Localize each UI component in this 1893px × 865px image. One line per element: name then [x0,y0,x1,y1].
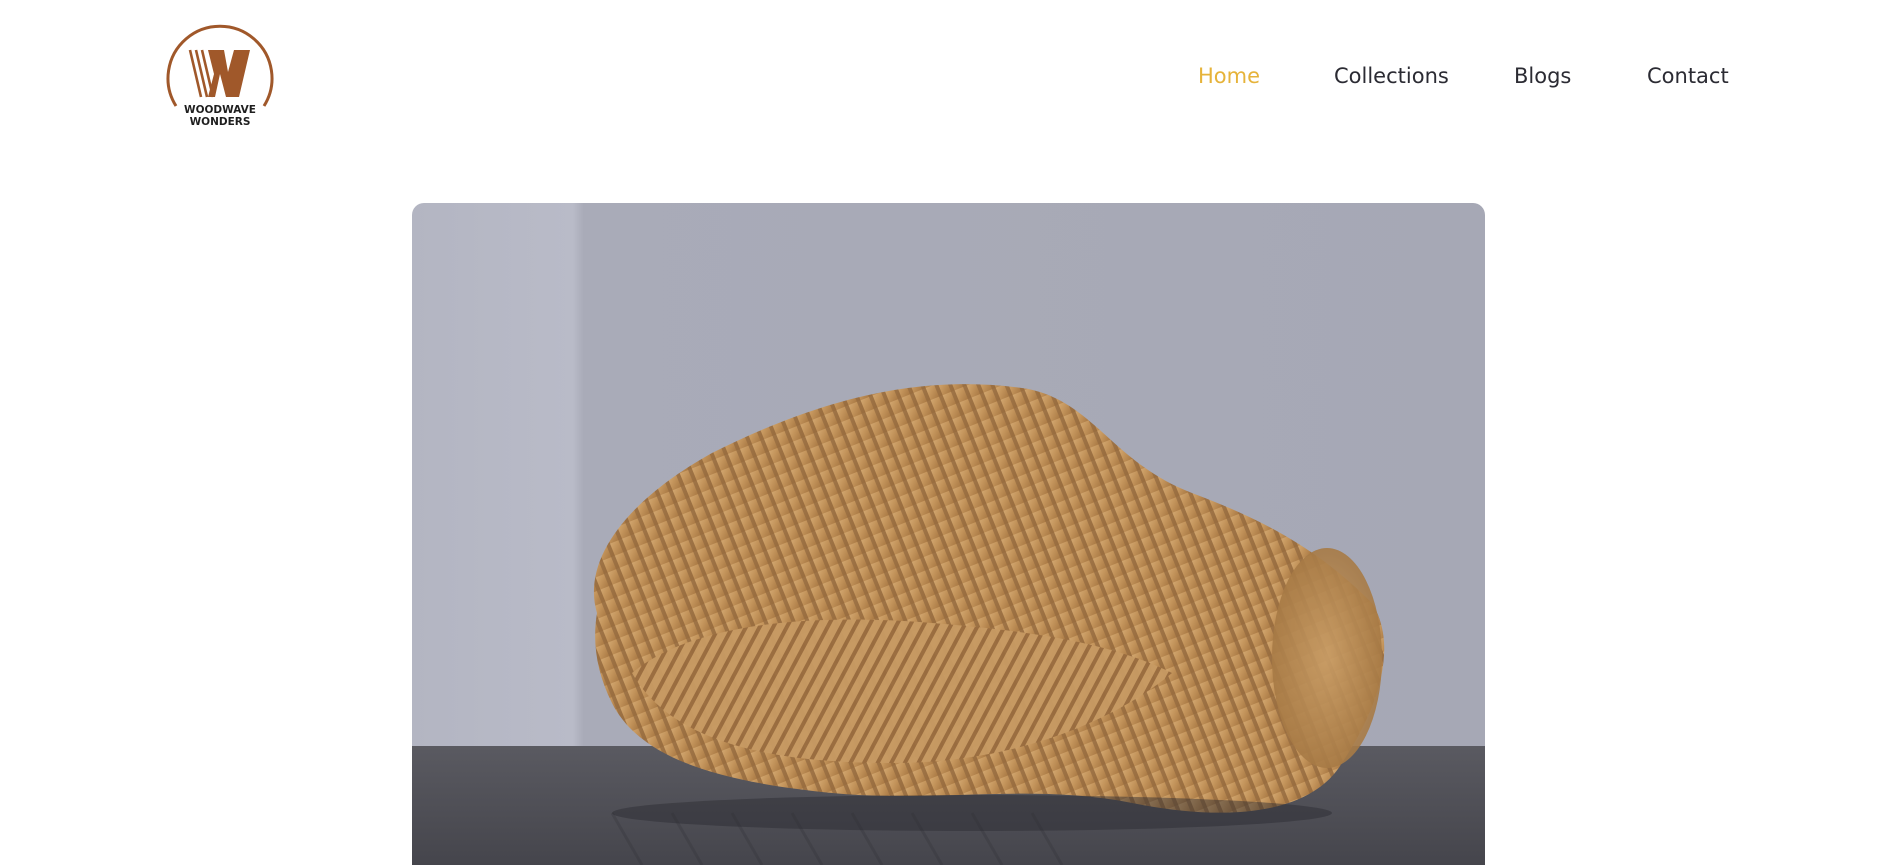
wooden-sofa-image [412,203,1485,865]
nav-collections-link[interactable]: Collections [1334,62,1449,90]
hero-image [412,203,1485,865]
nav-contact-link[interactable]: Contact [1647,62,1729,90]
brand-line1: WOODWAVE [184,104,256,116]
brand-line2: WONDERS [190,116,251,128]
main-nav: Home Collections Blogs Contact [0,62,1893,90]
nav-home-link[interactable]: Home [1198,62,1260,90]
nav-blogs-link[interactable]: Blogs [1514,62,1571,90]
